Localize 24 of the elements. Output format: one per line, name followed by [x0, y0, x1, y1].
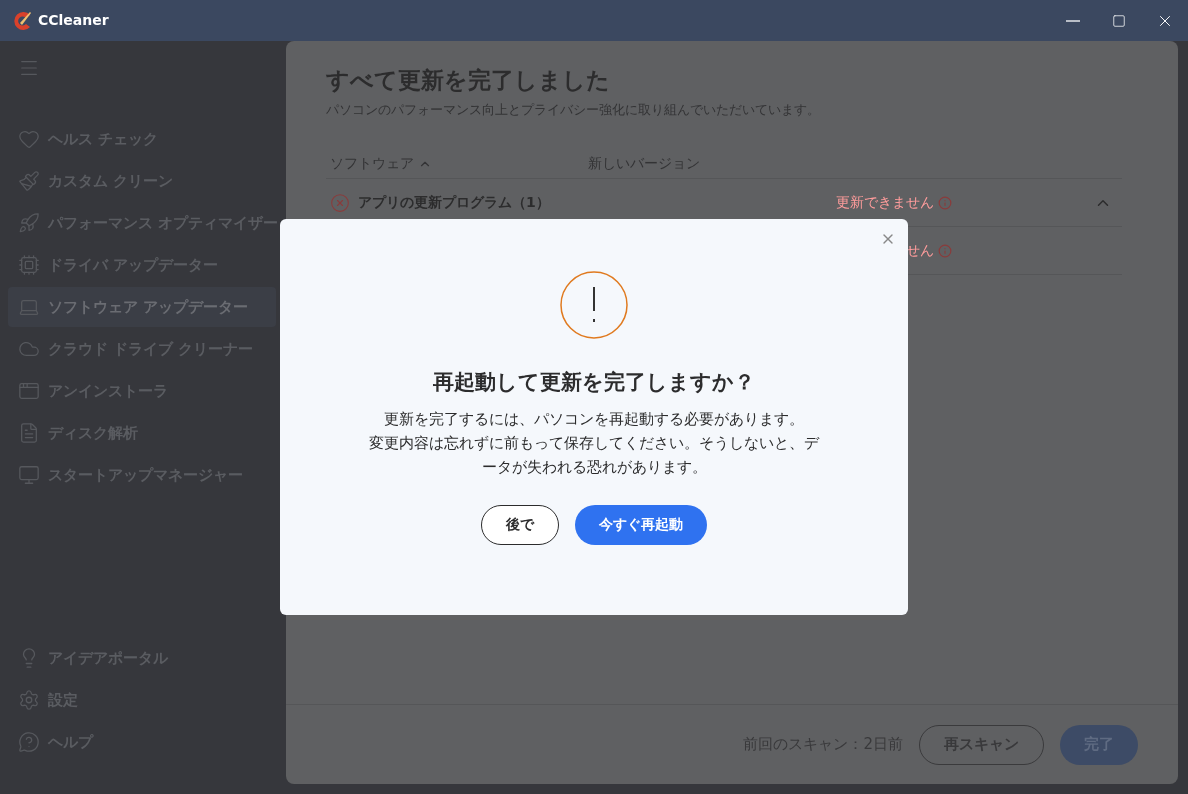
help-icon	[18, 731, 40, 753]
dialog-title: 再起動して更新を完了しますか？	[433, 369, 755, 396]
status-text: せん	[906, 241, 934, 260]
exclamation-icon	[560, 271, 628, 339]
later-button[interactable]: 後で	[481, 504, 559, 545]
restart-now-button[interactable]: 今すぐ再起動	[575, 504, 707, 545]
window-icon	[18, 380, 40, 402]
heart-icon	[18, 128, 40, 150]
settings-icon	[18, 689, 40, 711]
rocket-icon	[18, 212, 40, 234]
chip-icon	[18, 254, 40, 276]
brush-icon	[18, 170, 40, 192]
info-icon[interactable]	[938, 243, 952, 258]
error-icon	[330, 192, 350, 213]
document-icon	[18, 422, 40, 444]
info-icon[interactable]	[938, 195, 952, 210]
maximize-icon	[1112, 13, 1126, 28]
monitor-icon	[18, 464, 40, 486]
dialog-message: ータが失われる恐れがあります。	[481, 456, 707, 478]
status-text: 更新できません	[836, 193, 934, 212]
dialog-message: 変更内容は忘れずに前もって保存してください。そうしないと、デ	[369, 432, 819, 454]
dialog-message: 更新を完了するには、パソコンを再起動する必要があります。	[384, 408, 804, 430]
minimize-icon	[1066, 19, 1080, 22]
window-title: CCleaner	[38, 11, 109, 30]
